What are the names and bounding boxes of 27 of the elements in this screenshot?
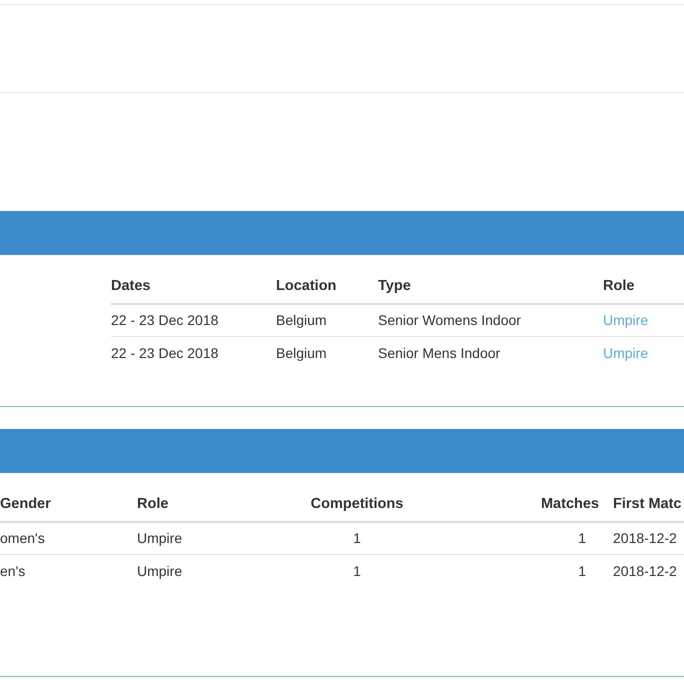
column-header: Dates (111, 278, 150, 294)
column-header: First Matc (613, 496, 682, 512)
table-cell: 1 (578, 562, 586, 578)
table-cell: Senior Womens Indoor (378, 312, 521, 328)
table-cell: 22 - 23 Dec 2018 (111, 312, 218, 328)
table-cell: 2018-12-2 (613, 562, 677, 578)
role-link[interactable]: Umpire (603, 344, 648, 360)
column-header: Gender (0, 496, 51, 512)
table-cell: 22 - 23 Dec 2018 (111, 344, 218, 360)
role-link[interactable]: Umpire (603, 312, 648, 328)
column-header: Role (603, 278, 634, 294)
table-cell: Belgium (276, 344, 327, 360)
column-header: Role (137, 496, 168, 512)
table-cell: Belgium (276, 312, 327, 328)
table-cell: en's (0, 562, 26, 578)
column-header: Competitions (310, 496, 404, 512)
table-cell: Umpire (137, 530, 182, 546)
table-cell: 1 (578, 530, 586, 546)
table-cell: Senior Mens Indoor (378, 344, 500, 360)
column-header: Location (276, 278, 336, 294)
table-cell: 2018-12-2 (613, 530, 677, 546)
table-cell: Umpire (137, 562, 182, 578)
table-cell: 1 (353, 562, 361, 578)
column-header: Type (378, 278, 411, 294)
table-cell: omen's (0, 530, 45, 546)
column-header: Matches (540, 496, 599, 512)
table-cell: 1 (353, 530, 361, 546)
